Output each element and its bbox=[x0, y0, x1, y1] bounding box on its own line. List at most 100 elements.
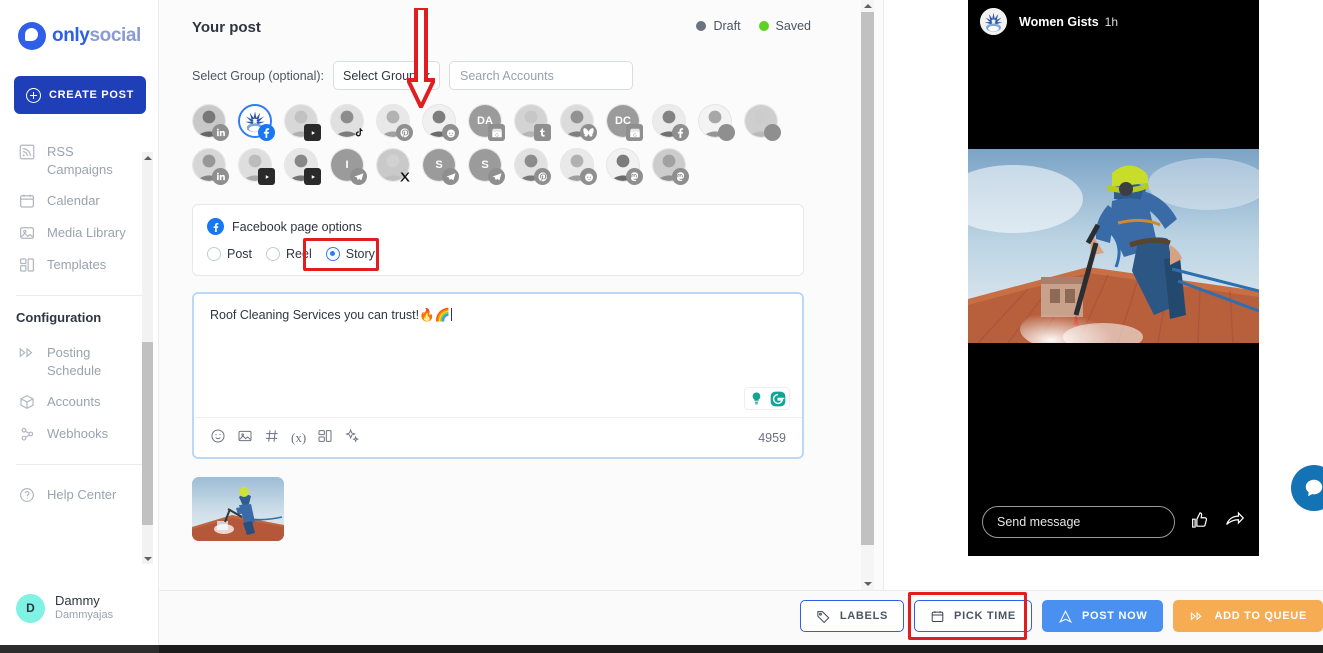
account-pinterest-account-2[interactable] bbox=[514, 148, 551, 185]
send-icon bbox=[1058, 609, 1072, 623]
post-text-editor[interactable]: Roof Cleaning Services you can trust!🔥🌈 bbox=[192, 292, 804, 459]
account-reddit-account-2[interactable] bbox=[560, 148, 597, 185]
radio-post[interactable]: Post bbox=[207, 247, 252, 261]
account-selector-grid: DA G DC G I S S bbox=[192, 104, 792, 185]
like-icon[interactable] bbox=[1189, 510, 1210, 534]
grammarly-idea-icon[interactable] bbox=[748, 390, 765, 407]
youtube-badge-icon bbox=[258, 168, 275, 185]
emoji-icon[interactable] bbox=[210, 428, 226, 447]
radio-button-icon bbox=[266, 247, 281, 261]
sidebar: onlysocial CREATE POST RSS Campaigns Cal… bbox=[0, 0, 159, 645]
account-youtube-account-1[interactable] bbox=[284, 104, 321, 141]
share-icon[interactable] bbox=[1224, 510, 1245, 534]
scroll-down-arrow[interactable] bbox=[142, 553, 153, 564]
support-chat-button[interactable] bbox=[1291, 465, 1323, 511]
account-facebook-account-2[interactable] bbox=[652, 104, 689, 141]
radio-story[interactable]: Story bbox=[325, 247, 375, 261]
preview-account-header: Women Gists 1h bbox=[968, 0, 1259, 35]
account-telegram-account-1[interactable]: I bbox=[330, 148, 367, 185]
account-telegram-account-2[interactable]: S bbox=[422, 148, 459, 185]
scroll-up-arrow[interactable] bbox=[142, 152, 153, 163]
hashtag-icon[interactable] bbox=[264, 428, 280, 447]
user-profile[interactable]: D Dammy Dammyajas bbox=[16, 593, 113, 623]
sidebar-item-label: Templates bbox=[47, 257, 107, 273]
account-tiktok-account-1[interactable] bbox=[330, 104, 364, 138]
sidebar-item-templates[interactable]: Templates bbox=[0, 249, 158, 281]
templates-icon bbox=[18, 256, 36, 274]
sidebar-item-help-center[interactable]: Help Center bbox=[0, 479, 158, 511]
help-icon bbox=[18, 486, 36, 504]
sidebar-divider-2 bbox=[16, 464, 142, 466]
post-preview-panel: Women Gists 1h Send message bbox=[884, 0, 1323, 590]
search-accounts-input[interactable] bbox=[449, 61, 634, 90]
brand-logo-wordmark[interactable]: onlysocial bbox=[0, 0, 158, 50]
account-reddit-account-1[interactable] bbox=[422, 104, 459, 141]
action-buttons: LABELS PICK TIME POST NOW ADD TO QUEUE bbox=[799, 592, 1323, 640]
account-youtube-account-3[interactable] bbox=[284, 148, 321, 185]
status-saved: Saved bbox=[758, 19, 811, 33]
editor-toolbar: (x) 4959 bbox=[194, 417, 802, 457]
telegram-badge-icon bbox=[350, 168, 367, 185]
pick-time-label: PICK TIME bbox=[954, 610, 1016, 622]
radio-reel[interactable]: Reel bbox=[266, 247, 312, 261]
sidebar-item-media-library[interactable]: Media Library bbox=[0, 217, 158, 249]
preview-account-name: Women Gists bbox=[1019, 15, 1099, 29]
media-library-icon bbox=[18, 224, 36, 242]
instagram-badge-icon bbox=[764, 124, 781, 141]
account-youtube-account-2[interactable] bbox=[238, 148, 275, 185]
user-text: Dammy Dammyajas bbox=[55, 593, 113, 623]
account-linkedin-account-2[interactable] bbox=[192, 148, 229, 185]
preview-timestamp: 1h bbox=[1104, 15, 1119, 29]
window-bottom-edge bbox=[0, 645, 1323, 653]
bluesky-badge-icon bbox=[580, 124, 597, 141]
select-group-dropdown[interactable]: Select Group bbox=[333, 61, 441, 90]
pinterest-badge-icon bbox=[534, 168, 551, 185]
mastodon-badge-icon bbox=[626, 168, 643, 185]
sidebar-item-accounts[interactable]: Accounts bbox=[0, 386, 158, 418]
grammarly-widget[interactable] bbox=[744, 387, 790, 410]
variable-icon[interactable]: (x) bbox=[291, 430, 306, 446]
account-facebook-account-womengists[interactable] bbox=[238, 104, 275, 141]
template-icon[interactable] bbox=[317, 428, 333, 447]
add-to-queue-button[interactable]: ADD TO QUEUE bbox=[1173, 600, 1323, 632]
editor-scrollbar[interactable] bbox=[861, 0, 874, 590]
create-post-button[interactable]: CREATE POST bbox=[14, 76, 146, 114]
account-telegram-account-3[interactable]: S bbox=[468, 148, 505, 185]
image-icon[interactable] bbox=[237, 428, 253, 447]
sidebar-item-rss-campaigns[interactable]: RSS Campaigns bbox=[0, 136, 158, 185]
account-google-business-account-dc[interactable]: DC G bbox=[606, 104, 643, 141]
account-tumblr-account-1[interactable] bbox=[514, 104, 551, 141]
account-x-account-1[interactable] bbox=[376, 148, 410, 182]
sidebar-scrollbar[interactable] bbox=[142, 152, 153, 564]
pick-time-button[interactable]: PICK TIME bbox=[914, 600, 1032, 632]
window-bottom-edge-left bbox=[0, 645, 159, 653]
editor-content[interactable]: Roof Cleaning Services you can trust!🔥🌈 bbox=[194, 294, 802, 323]
account-linkedin-account-1[interactable] bbox=[192, 104, 229, 141]
account-bluesky-account-1[interactable] bbox=[560, 104, 597, 141]
sidebar-item-posting-schedule[interactable]: Posting Schedule bbox=[0, 337, 158, 386]
account-pinterest-account-1[interactable] bbox=[376, 104, 413, 141]
labels-button[interactable]: LABELS bbox=[799, 600, 905, 632]
saved-dot-icon bbox=[758, 21, 769, 31]
account-mastodon-account-2[interactable] bbox=[652, 148, 689, 185]
send-message-input[interactable]: Send message bbox=[982, 506, 1175, 538]
scroll-up-arrow[interactable] bbox=[861, 0, 874, 12]
sidebar-item-webhooks[interactable]: Webhooks bbox=[0, 418, 158, 450]
account-instagram-account-2[interactable] bbox=[744, 104, 781, 141]
account-google-business-account-da[interactable]: DA G bbox=[468, 104, 505, 141]
sidebar-item-label: Webhooks bbox=[47, 426, 109, 442]
editor-scrollbar-thumb[interactable] bbox=[861, 12, 874, 545]
select-group-label: Select Group (optional): bbox=[192, 68, 325, 83]
post-now-button[interactable]: POST NOW bbox=[1041, 600, 1164, 632]
account-instagram-account-1[interactable] bbox=[698, 104, 735, 141]
grammarly-icon[interactable] bbox=[769, 390, 786, 407]
scroll-down-arrow[interactable] bbox=[861, 578, 874, 590]
account-mastodon-account-1[interactable] bbox=[606, 148, 643, 185]
sidebar-item-calendar[interactable]: Calendar bbox=[0, 185, 158, 217]
linkedin-badge-icon bbox=[212, 124, 229, 141]
radio-label: Post bbox=[227, 247, 253, 261]
ai-sparkle-icon[interactable] bbox=[344, 428, 360, 447]
svg-text:G: G bbox=[495, 132, 499, 137]
sidebar-scrollbar-thumb[interactable] bbox=[142, 342, 153, 525]
attachment-thumbnail[interactable] bbox=[192, 477, 284, 541]
